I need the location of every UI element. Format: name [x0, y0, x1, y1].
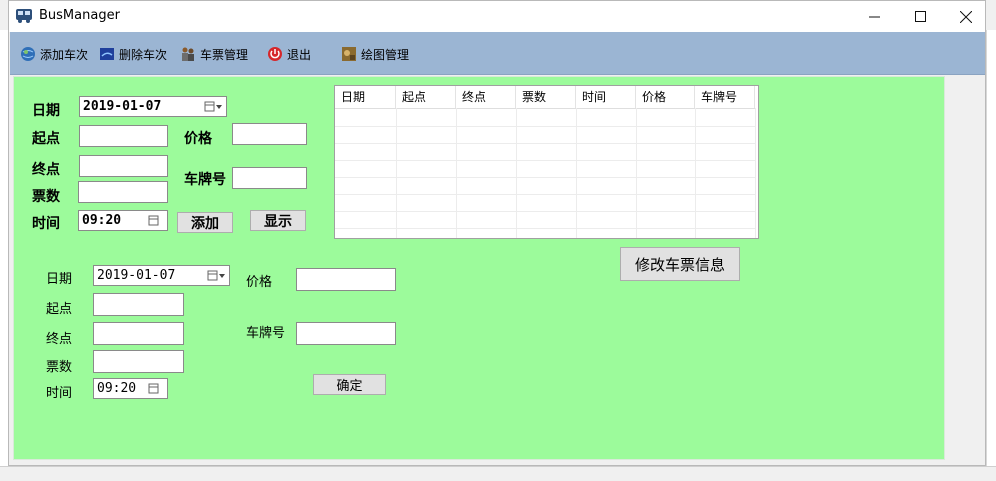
toolbar-add-trip[interactable]: 添加车次: [20, 44, 88, 64]
minimize-button[interactable]: [851, 1, 897, 32]
power-icon: [268, 47, 282, 61]
add-count-input[interactable]: [78, 181, 168, 203]
confirm-button[interactable]: 确定: [313, 374, 386, 395]
edit-start-input[interactable]: [93, 293, 184, 316]
add-date-value: 2019-01-07: [83, 99, 162, 114]
add-count-label: 票数: [32, 189, 60, 205]
toolbar-drawing-management-label: 绘图管理: [361, 47, 410, 62]
bus-icon: [16, 9, 32, 23]
maximize-button[interactable]: [897, 1, 943, 32]
add-date-label: 日期: [32, 103, 60, 119]
time-spinner-icon[interactable]: [143, 379, 167, 398]
edit-end-label: 终点: [46, 332, 73, 347]
add-end-input[interactable]: [79, 155, 168, 177]
time-spinner-icon[interactable]: [143, 211, 167, 230]
add-time-value: 09:20: [82, 213, 122, 228]
background-window-right: [986, 30, 996, 480]
toolbar-exit[interactable]: 退出: [267, 44, 311, 64]
table-row-line: [335, 177, 755, 178]
add-plate-input[interactable]: [232, 167, 307, 189]
close-button[interactable]: [943, 1, 989, 32]
edit-count-input[interactable]: [93, 350, 184, 373]
table-col-line: [576, 108, 577, 238]
title-bar: BusManager: [9, 1, 985, 32]
column-header-date[interactable]: 日期: [335, 86, 396, 108]
add-start-label: 起点: [32, 131, 60, 147]
calendar-dropdown-icon[interactable]: [202, 97, 226, 116]
edit-start-label: 起点: [46, 302, 73, 317]
table-row-line: [335, 143, 755, 144]
edit-time-value: 09:20: [97, 381, 137, 396]
window-title: BusManager: [39, 8, 120, 23]
table-col-line: [456, 108, 457, 238]
column-header-price[interactable]: 价格: [636, 86, 695, 108]
table-col-line: [516, 108, 517, 238]
toolbar-ticket-management-label: 车票管理: [200, 47, 249, 62]
add-end-label: 终点: [32, 162, 60, 178]
edit-time-picker[interactable]: 09:20: [93, 378, 168, 399]
add-price-label: 价格: [184, 131, 212, 147]
edit-time-label: 时间: [46, 386, 73, 401]
table-row-line: [335, 126, 755, 127]
calendar-dropdown-icon[interactable]: [205, 266, 229, 285]
minimize-icon: [868, 16, 880, 18]
main-panel: 日期 2019-01-07 起点 价格 终点 车牌号 票数 时间 09:20 添…: [13, 76, 945, 460]
table-col-line: [636, 108, 637, 238]
column-header-end[interactable]: 终点: [456, 86, 516, 108]
toolbar-exit-label: 退出: [287, 47, 312, 62]
table-row-line: [335, 211, 755, 212]
edit-date-label: 日期: [46, 272, 73, 287]
toolbar: 添加车次 删除车次 车票管理 退出 绘图管理: [10, 32, 985, 75]
table-row-line: [335, 194, 755, 195]
edit-price-input[interactable]: [296, 268, 396, 291]
add-price-input[interactable]: [232, 123, 307, 145]
table-row-line: [335, 160, 755, 161]
edit-date-value: 2019-01-07: [97, 268, 176, 283]
add-date-picker[interactable]: 2019-01-07: [79, 96, 227, 117]
edit-price-label: 价格: [246, 275, 273, 290]
globe-icon: [21, 47, 35, 61]
edit-end-input[interactable]: [93, 322, 184, 345]
table-col-line: [396, 108, 397, 238]
toolbar-ticket-management[interactable]: 车票管理: [180, 44, 248, 64]
people-icon: [182, 47, 194, 61]
column-header-plate[interactable]: 车牌号: [695, 86, 755, 108]
edit-plate-label: 车牌号: [246, 326, 286, 341]
add-time-picker[interactable]: 09:20: [78, 210, 168, 231]
table-row-line: [335, 228, 755, 229]
table-col-line: [755, 108, 756, 238]
show-button[interactable]: 显示: [250, 210, 306, 231]
maximize-icon: [914, 11, 926, 22]
ticket-table[interactable]: 日期 起点 终点 票数 时间 价格 车牌号: [334, 85, 759, 239]
add-plate-label: 车牌号: [184, 172, 226, 188]
toolbar-drawing-management[interactable]: 绘图管理: [341, 44, 409, 64]
edit-date-picker[interactable]: 2019-01-07: [93, 265, 230, 286]
column-header-time[interactable]: 时间: [576, 86, 636, 108]
toolbar-add-trip-label: 添加车次: [40, 47, 89, 62]
add-button[interactable]: 添加: [177, 212, 233, 233]
column-header-start[interactable]: 起点: [396, 86, 456, 108]
background-window-bottom: [0, 466, 996, 481]
close-icon: [960, 10, 972, 23]
busmanager-window: BusManager 添加车次 删除车次 车票管理 退出 绘图管理 日期 201…: [8, 0, 986, 466]
column-header-count[interactable]: 票数: [516, 86, 576, 108]
toolbar-delete-trip[interactable]: 删除车次: [99, 44, 167, 64]
add-time-label: 时间: [32, 216, 60, 232]
paint-icon: [342, 47, 356, 61]
blue-card-icon: [100, 48, 114, 60]
toolbar-delete-trip-label: 删除车次: [119, 47, 168, 62]
add-start-input[interactable]: [79, 125, 168, 147]
table-row-line: [335, 108, 755, 109]
modify-ticket-button[interactable]: 修改车票信息: [620, 247, 740, 281]
edit-plate-input[interactable]: [296, 322, 396, 345]
table-col-line: [695, 108, 696, 238]
edit-count-label: 票数: [46, 360, 73, 375]
